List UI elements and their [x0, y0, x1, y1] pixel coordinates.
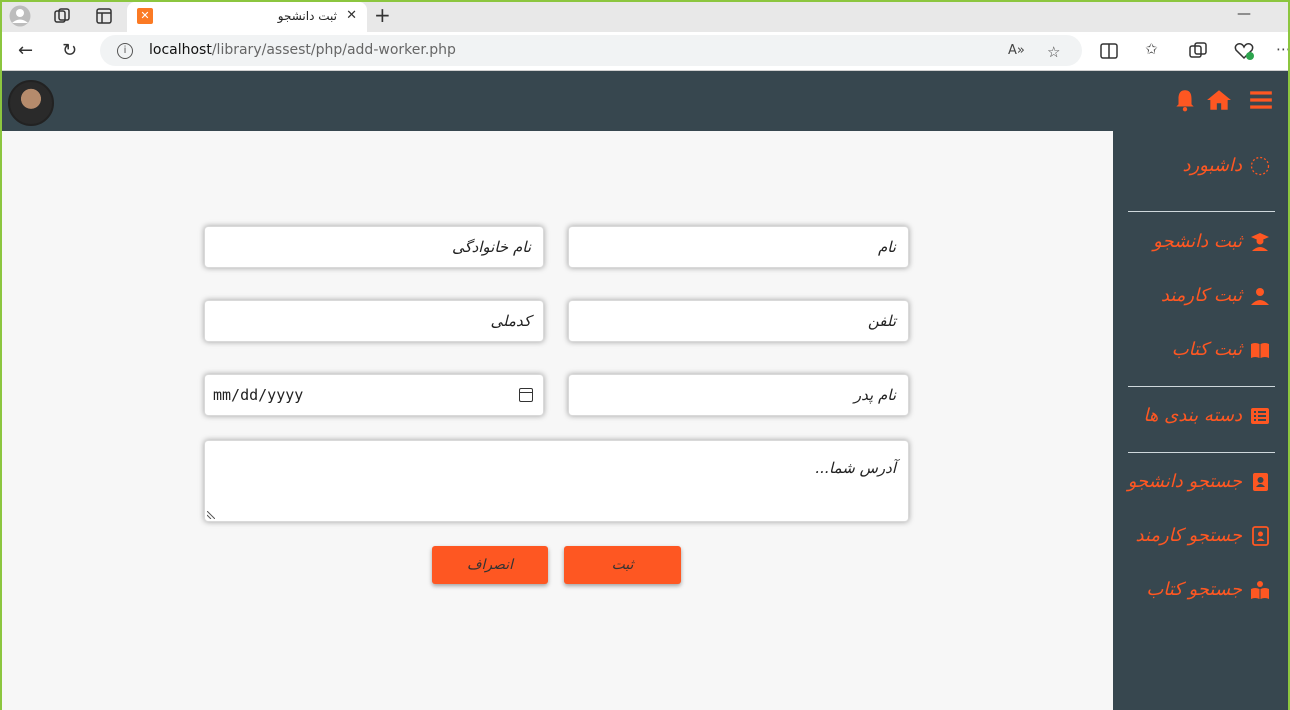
read-aloud-icon[interactable]: A» [1008, 43, 1025, 58]
bell-icon[interactable] [1172, 87, 1198, 113]
first-name-field[interactable]: نام [568, 226, 909, 268]
profile-icon[interactable] [8, 5, 32, 27]
sidebar-item-search-student[interactable]: جستجو دانشجو [1128, 471, 1270, 492]
sidebar-item-label: ثبت کارمند [1160, 285, 1242, 306]
more-menu-icon[interactable]: ⋯ [1276, 40, 1290, 58]
browser-tab-bar: ✕ ثبت دانشجو ✕ + — [0, 0, 1290, 32]
last-name-field[interactable]: نام خانوادگی [204, 226, 544, 268]
users-icon [1251, 287, 1269, 305]
address-textarea[interactable]: آدرس شما... [204, 440, 909, 522]
sidebar-item-label: جستجو کارمند [1135, 525, 1242, 546]
sidebar-item-add-employee[interactable]: ثبت کارمند [1161, 285, 1270, 306]
favorite-star-icon[interactable]: ☆ [1047, 43, 1060, 61]
url-text: localhost/library/assest/php/add-worker.… [149, 42, 456, 58]
split-screen-icon[interactable] [1099, 42, 1119, 60]
birth-date-field[interactable]: mm/dd/yyyy [204, 374, 544, 416]
graduate-icon [1251, 232, 1269, 251]
reload-icon[interactable]: ↻ [62, 40, 77, 61]
sidebar-item-label: جستجو دانشجو [1127, 471, 1242, 492]
tab-actions-icon[interactable] [94, 6, 114, 26]
sidebar-divider [1128, 452, 1275, 453]
contact-book-icon [1253, 472, 1268, 491]
address-placeholder: آدرس شما... [814, 459, 896, 477]
avatar[interactable] [8, 80, 54, 126]
reader-icon [1251, 580, 1269, 599]
collections-icon[interactable] [1188, 42, 1208, 60]
menu-toggle-icon[interactable] [1248, 87, 1274, 113]
sidebar-item-search-book[interactable]: جستجو کتاب [1146, 579, 1270, 600]
sidebar-item-add-book[interactable]: ثبت کتاب [1172, 339, 1270, 360]
tab-active[interactable]: ✕ ثبت دانشجو ✕ [127, 2, 367, 32]
father-name-placeholder: نام پدر [853, 386, 896, 404]
favorites-icon[interactable]: ✩ [1145, 40, 1158, 58]
national-code-field[interactable]: کدملی [204, 300, 544, 342]
home-icon[interactable] [1206, 87, 1232, 113]
minimize-icon[interactable]: — [1237, 6, 1251, 22]
new-tab-icon[interactable]: + [374, 3, 391, 27]
dashboard-circle-icon [1250, 156, 1270, 175]
first-name-placeholder: نام [877, 238, 896, 256]
sidebar-item-label: ثبت دانشجو [1153, 231, 1242, 252]
national-code-placeholder: کدملی [490, 312, 531, 330]
sidebar-divider [1128, 386, 1275, 387]
address-bar[interactable]: i localhost/library/assest/php/add-worke… [100, 35, 1082, 66]
sidebar: داشبورد ثبت دانشجو ثبت کارمند ثبت کتاب د… [1113, 131, 1290, 710]
sidebar-item-add-student[interactable]: ثبت دانشجو [1153, 231, 1270, 252]
list-icon [1251, 407, 1269, 424]
xampp-icon: ✕ [137, 8, 153, 24]
book-open-icon [1251, 342, 1269, 358]
sidebar-item-label: دسته بندی ها [1143, 405, 1242, 426]
resize-handle-icon[interactable] [207, 511, 215, 519]
back-icon[interactable]: ← [18, 40, 33, 61]
sidebar-item-label: ثبت کتاب [1171, 339, 1242, 360]
sidebar-item-dashboard[interactable]: داشبورد [1182, 155, 1270, 176]
address-bar-row: ← ↻ i localhost/library/assest/php/add-w… [0, 32, 1290, 71]
sidebar-item-categories[interactable]: دسته بندی ها [1143, 405, 1270, 426]
sidebar-item-label: داشبورد [1182, 155, 1242, 176]
sidebar-item-label: جستجو کتاب [1146, 579, 1242, 600]
sidebar-item-search-employee[interactable]: جستجو کارمند [1135, 525, 1270, 546]
browser-essentials-icon[interactable] [1233, 41, 1255, 61]
calendar-icon[interactable] [519, 388, 533, 402]
phone-placeholder: تلفن [867, 312, 896, 330]
father-name-field[interactable]: نام پدر [568, 374, 909, 416]
sidebar-divider [1128, 211, 1275, 212]
top-navbar [2, 71, 1290, 131]
last-name-placeholder: نام خانوادگی [451, 238, 531, 256]
site-info-icon[interactable]: i [117, 43, 133, 59]
submit-button[interactable]: ثبت [564, 546, 681, 584]
phone-field[interactable]: تلفن [568, 300, 909, 342]
date-placeholder: mm/dd/yyyy [213, 386, 304, 404]
address-book-icon [1252, 525, 1269, 546]
workspaces-icon[interactable] [52, 6, 72, 26]
cancel-button[interactable]: انصراف [432, 546, 548, 584]
tab-title: ثبت دانشجو [277, 9, 337, 23]
close-tab-icon[interactable]: ✕ [346, 8, 357, 23]
